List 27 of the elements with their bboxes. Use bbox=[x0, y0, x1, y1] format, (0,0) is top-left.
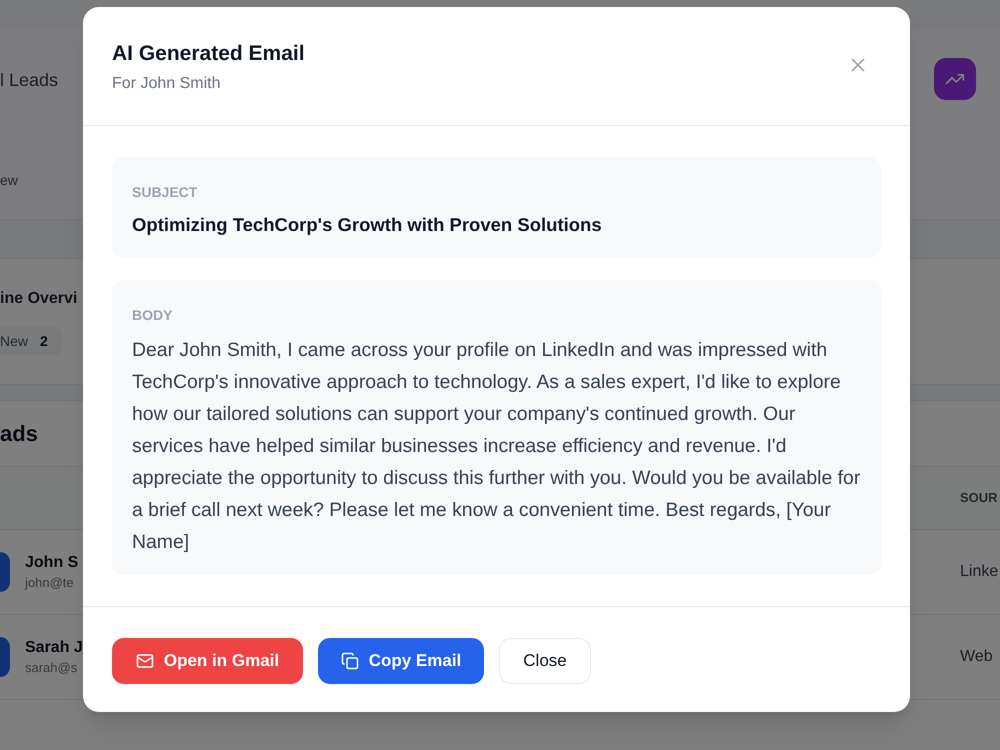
stage-label: New bbox=[0, 332, 28, 351]
pipeline-title: ine Overvi bbox=[0, 289, 78, 309]
dialog-subtitle: For John Smith bbox=[112, 74, 220, 94]
lead-name: Sarah J bbox=[25, 638, 83, 658]
avatar-icon bbox=[0, 637, 10, 677]
close-button[interactable]: Close bbox=[499, 638, 591, 684]
subject-label: SUBJECT bbox=[132, 183, 198, 202]
lead-email: sarah@s bbox=[25, 659, 78, 677]
lead-source: Linke bbox=[960, 562, 1000, 582]
leads-title: ads bbox=[0, 420, 38, 448]
body-text: Dear John Smith, I came across your profile on LinkedIn and was impressed with TechCorp's innovative approach to technology. As a sales expert, I'd like to explore how our tailored solutions can support your company's continued growth. Our services have helped similar businesses increase efficiency and revenue. I'd appreciate the opportunity to discuss this further with you. Would you be available for a brief call next week? Please let me know a convenient time. Best regards, [Your Name] bbox=[132, 338, 861, 555]
lead-name: John S bbox=[25, 553, 78, 573]
column-header: SOUR bbox=[960, 490, 999, 506]
copy-icon bbox=[340, 652, 359, 670]
open-gmail-button[interactable]: Open in Gmail bbox=[112, 638, 303, 684]
subject-text: Optimizing TechCorp's Growth with Proven Solutions bbox=[132, 213, 602, 237]
stage-count: 2 bbox=[40, 332, 48, 351]
lead-source: Web bbox=[960, 647, 994, 667]
stats-label: l Leads bbox=[0, 69, 58, 92]
copy-email-button[interactable]: Copy Email bbox=[318, 638, 484, 684]
mail-icon bbox=[136, 652, 154, 670]
lead-email: john@te bbox=[25, 574, 74, 592]
dialog-title: AI Generated Email bbox=[112, 41, 305, 67]
body-label: BODY bbox=[132, 306, 172, 325]
trend-icon bbox=[934, 58, 976, 100]
stats-note: ew bbox=[0, 171, 18, 190]
avatar-icon bbox=[0, 552, 10, 592]
